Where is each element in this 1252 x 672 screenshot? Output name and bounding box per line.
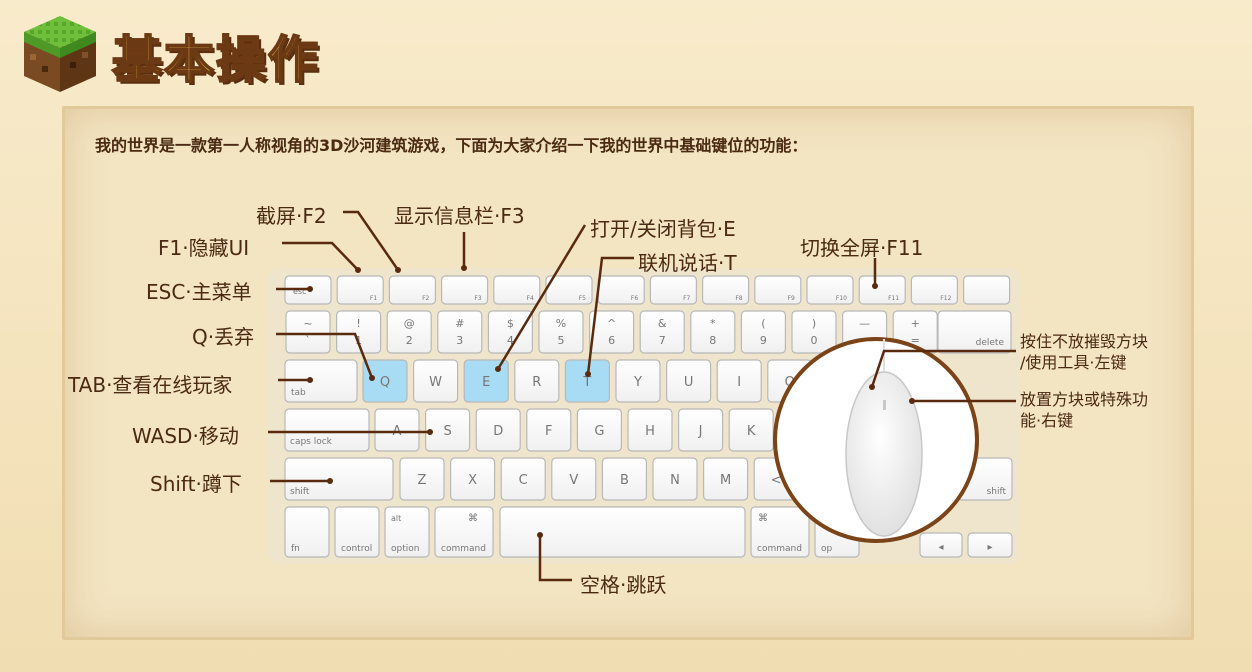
player-list-label: TAB·查看在线玩家 [68, 373, 233, 397]
number-key-bottom: 9 [760, 334, 767, 347]
letter-key-label: W [429, 375, 442, 390]
mouse-magnifier [773, 337, 979, 543]
left-click-label-2: /使用工具·左键 [1020, 353, 1127, 372]
right-click-label-1: 放置方块或特殊功 [1020, 390, 1149, 409]
letter-key-label: R [532, 375, 541, 390]
screenshot-label: 截屏·F2 [256, 204, 327, 228]
fn-row-key-sub: F10 [836, 295, 847, 302]
number-key-bottom: 5 [558, 334, 565, 347]
number-key-bottom: 3 [456, 334, 463, 347]
letter-key-label: H [645, 424, 655, 439]
right-cmd-symbol: ⌘ [758, 513, 768, 524]
chat-label: 联机说话·T [638, 251, 737, 275]
delete-key-label: delete [976, 338, 1005, 348]
letter-key-label: U [684, 375, 694, 390]
right-command-key-label: command [757, 544, 802, 554]
fn-row-key-sub: F1 [370, 295, 377, 302]
fn-row-key-sub: F12 [940, 295, 951, 302]
fn-row-key-sub: F6 [631, 295, 638, 302]
option-key-label: option [391, 544, 419, 554]
move-label: WASD·移动 [132, 424, 239, 448]
letter-key-label: M [720, 473, 731, 488]
right-shift-key-label: shift [987, 487, 1007, 497]
number-key-top: ) [812, 317, 816, 330]
letter-key-label: K [747, 424, 756, 439]
number-key-top: & [658, 317, 667, 330]
cmd-symbol: ⌘ [468, 513, 478, 524]
number-key-bottom: 6 [608, 334, 615, 347]
number-key-top: + [911, 317, 920, 330]
fullscreen-label: 切换全屏·F11 [800, 236, 924, 260]
fn-row-key-sub: F11 [888, 295, 899, 302]
hide-ui-label: F1·隐藏UI [158, 236, 250, 260]
number-key-top: ( [761, 317, 765, 330]
number-key-top: @ [404, 317, 415, 330]
number-key-top: # [455, 317, 464, 330]
fn-row-key-sub: F2 [422, 295, 429, 302]
fn-row-key-sub: F5 [579, 295, 586, 302]
command-key-label: command [441, 544, 486, 554]
letter-key-label: G [594, 424, 604, 439]
fn-row-key-sub: F4 [527, 295, 534, 302]
inventory-label: 打开/关闭背包·E [590, 217, 736, 241]
control-key-label: control [341, 544, 372, 554]
letter-key-label: S [443, 424, 451, 439]
number-key-bottom: 0 [811, 334, 818, 347]
number-key-top: % [556, 317, 566, 330]
letter-key-label: V [569, 473, 578, 488]
number-key-top: ~ [303, 317, 312, 330]
letter-key-label: B [620, 473, 629, 488]
number-key-bottom: ` [305, 334, 311, 347]
letter-key-label: Y [633, 375, 642, 390]
shift-key-label: shift [290, 487, 310, 497]
alt-key-label: alt [391, 514, 401, 523]
letter-key-label: T [582, 375, 591, 390]
letter-key-label: N [670, 473, 680, 488]
number-key-top: ^ [607, 317, 616, 330]
menu-label: ESC·主菜单 [146, 280, 252, 304]
letter-key-label: F [545, 424, 552, 439]
number-key-bottom: 8 [709, 334, 716, 347]
number-key-bottom: 2 [406, 334, 413, 347]
fn-row-key-sub: F3 [474, 295, 481, 302]
tab-key-label: tab [291, 388, 306, 398]
fn-row-key-sub: F8 [735, 295, 742, 302]
letter-key-label: X [468, 473, 477, 488]
number-key-top: * [710, 317, 716, 330]
letter-key-label: Q [380, 375, 390, 390]
info-bar-label: 显示信息栏·F3 [394, 204, 525, 228]
space-bar [499, 506, 746, 558]
fn-row-key [962, 275, 1011, 305]
letter-key-label: I [737, 375, 741, 390]
right-option-key-label: op [821, 544, 833, 554]
drop-label: Q·丢弃 [192, 325, 255, 349]
fn-row-key-sub: F9 [788, 295, 795, 302]
letter-key-label: J [698, 424, 703, 439]
sneak-label: Shift·蹲下 [150, 472, 242, 496]
caps-lock-key-label: caps lock [290, 437, 333, 447]
number-key-top: $ [507, 317, 514, 330]
letter-key-label: D [493, 424, 503, 439]
letter-key-label: Z [418, 473, 427, 488]
left-click-label-1: 按住不放摧毁方块 [1020, 332, 1149, 351]
right-arrow-icon: ▸ [987, 542, 992, 553]
fn-row-key-sub: F7 [683, 295, 690, 302]
number-key-top: — [859, 317, 870, 330]
left-arrow-icon: ◂ [938, 542, 943, 553]
right-click-label-2: 能·右键 [1020, 411, 1074, 430]
jump-label: 空格·跳跃 [580, 573, 667, 597]
number-key-bottom: 7 [659, 334, 666, 347]
letter-key-label: E [482, 375, 490, 390]
fn-key-label: fn [291, 544, 300, 554]
mouse-icon [845, 371, 923, 537]
letter-key-label: C [519, 473, 528, 488]
number-key-top: ! [356, 317, 360, 330]
